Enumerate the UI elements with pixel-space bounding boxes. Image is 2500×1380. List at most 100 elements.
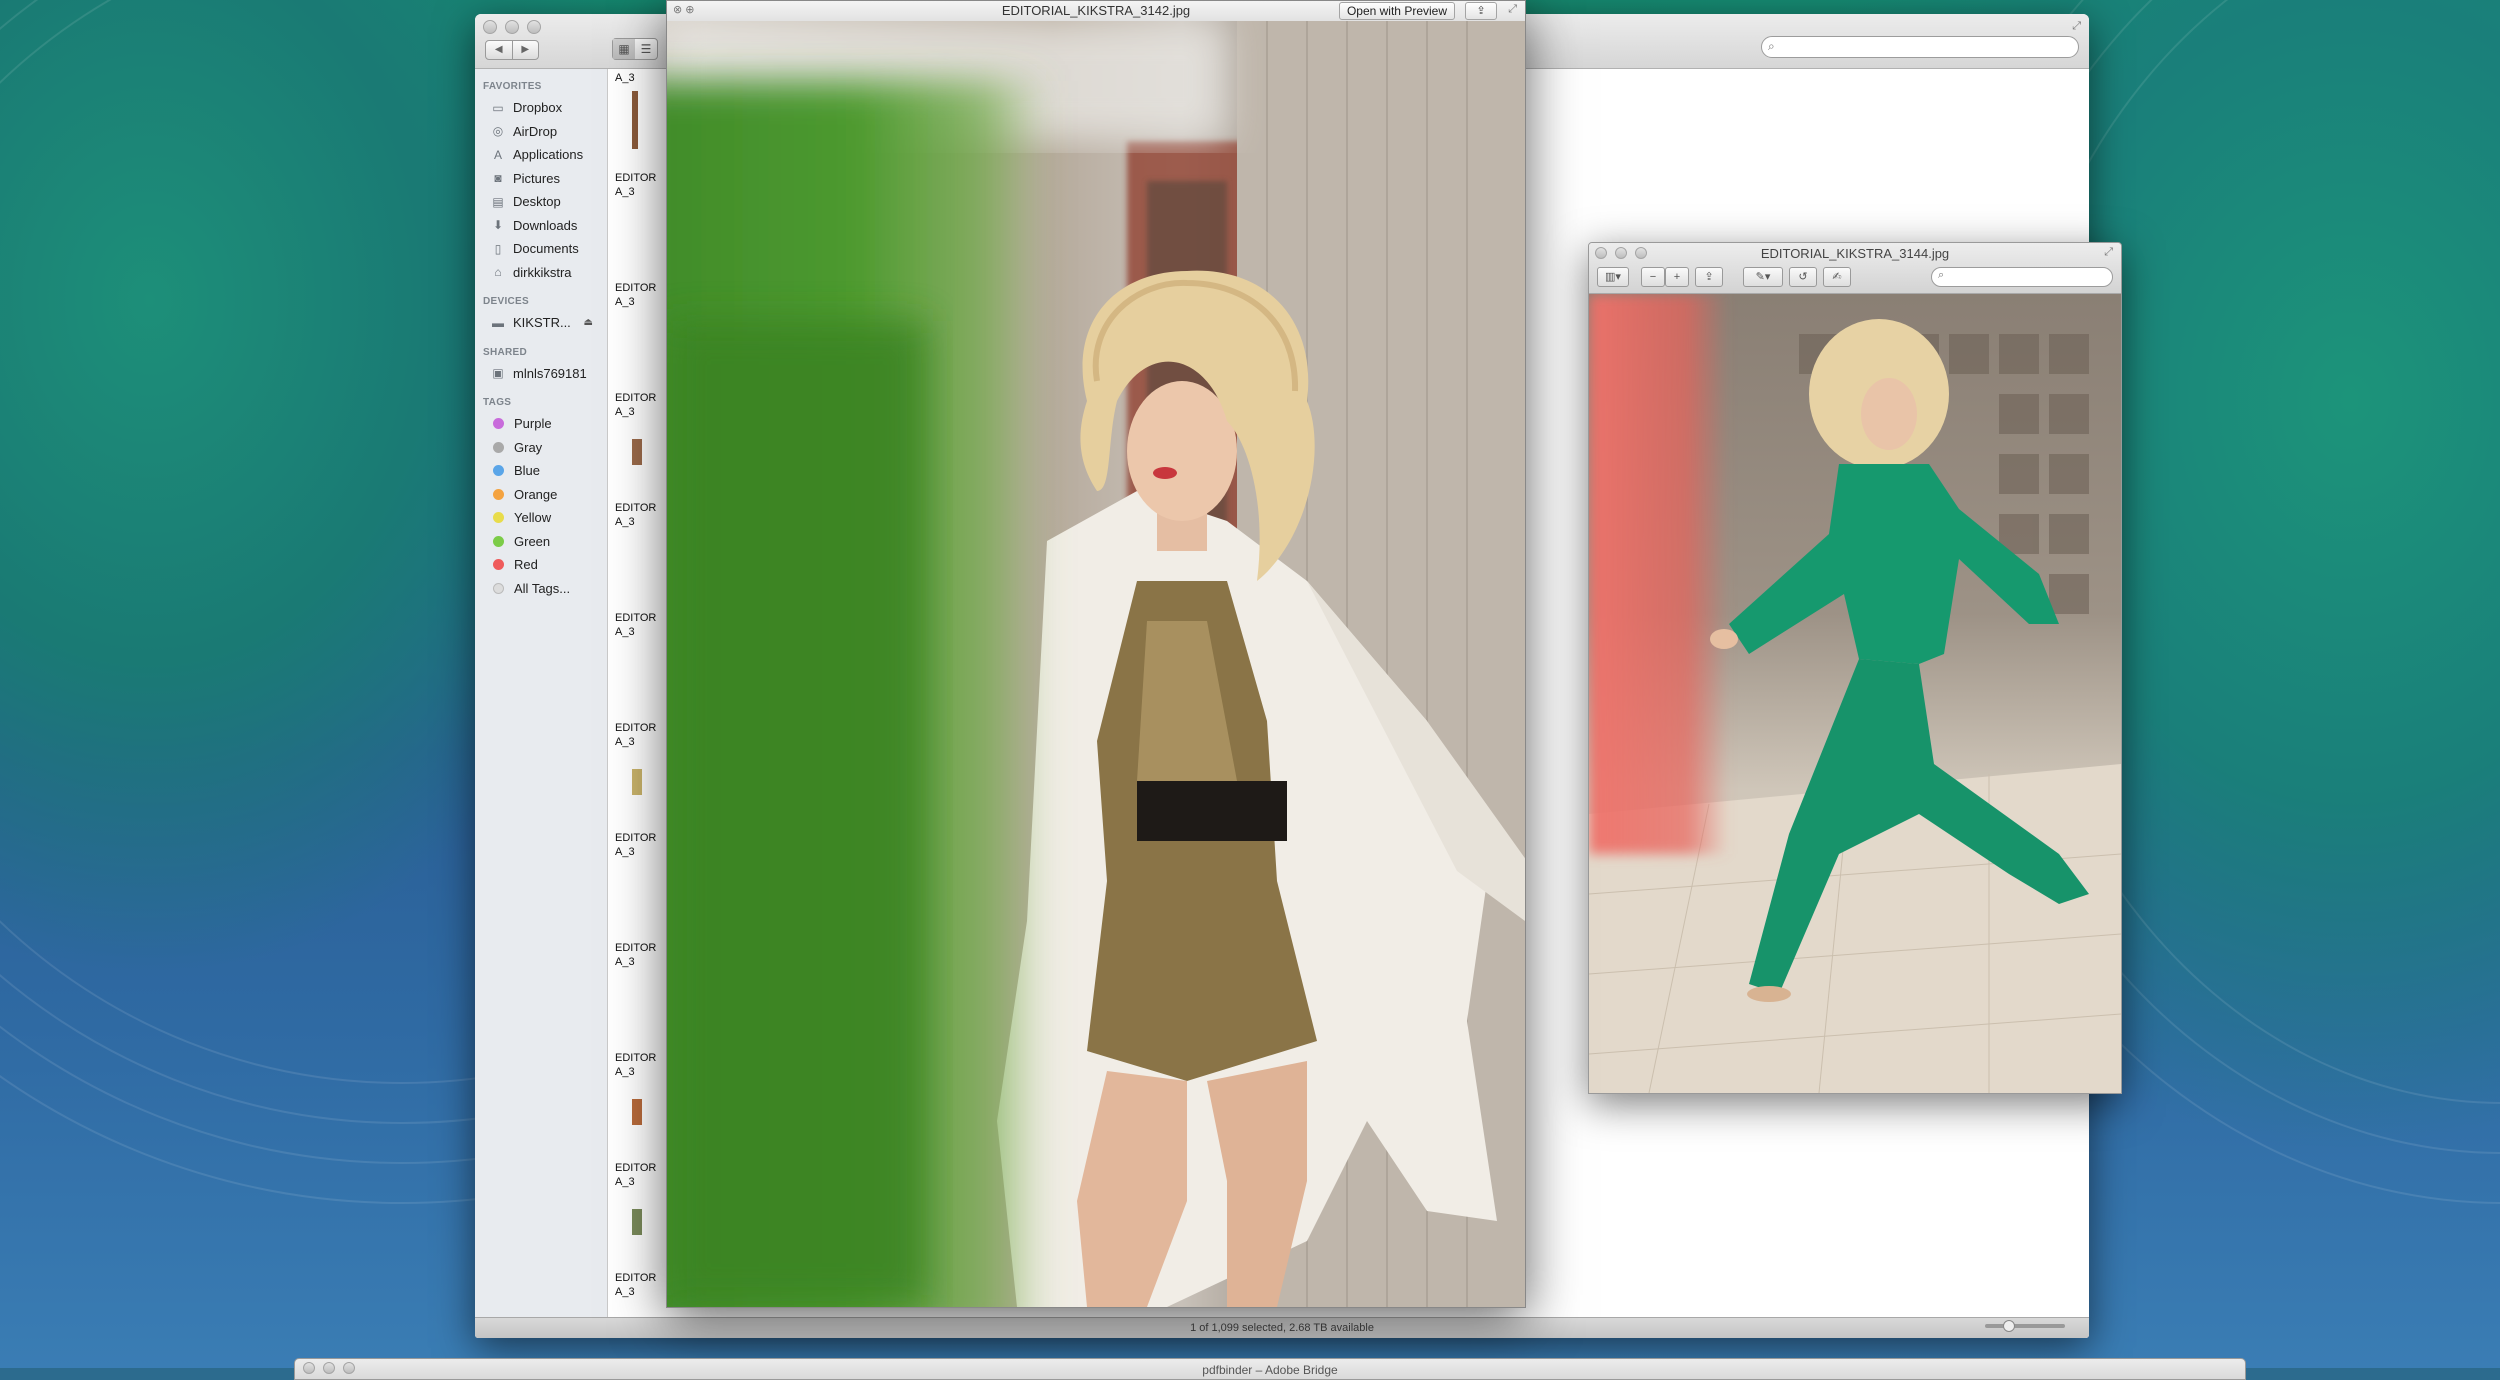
fullscreen-icon[interactable]: ⤢ bbox=[2072, 20, 2081, 33]
sidebar-item-dropbox[interactable]: ▭ Dropbox bbox=[475, 96, 607, 120]
quicklook-window[interactable]: ⊗ ⊕ EDITORIAL_KIKSTRA_3142.jpg Open with… bbox=[666, 0, 1526, 1308]
open-with-preview-button[interactable]: Open with Preview bbox=[1339, 2, 1455, 20]
tag-label: Green bbox=[514, 534, 550, 549]
favorites-heading: FAVORITES bbox=[483, 81, 607, 92]
sidebar-tag-red[interactable]: Red bbox=[475, 553, 607, 577]
tag-dot-icon bbox=[493, 512, 504, 523]
folder-icon: ▭ bbox=[491, 101, 505, 115]
tag-dot-icon bbox=[493, 442, 504, 453]
tag-label: Blue bbox=[514, 463, 540, 478]
sidebar-tag-orange[interactable]: Orange bbox=[475, 483, 607, 507]
status-bar: 1 of 1,099 selected, 2.68 TB available bbox=[475, 1317, 2089, 1338]
file-thumbnail bbox=[632, 769, 642, 795]
icon-view-icon[interactable]: ▦ bbox=[613, 39, 635, 59]
sidebar-item-label: dirkkikstra bbox=[513, 265, 572, 280]
sidebar-item-label: mlnls769181 bbox=[513, 366, 587, 381]
fullscreen-icon[interactable]: ⤢ bbox=[1508, 3, 1517, 16]
sidebar-item-home[interactable]: ⌂ dirkkikstra bbox=[475, 261, 607, 285]
sidebar-tag-purple[interactable]: Purple bbox=[475, 412, 607, 436]
zoom-button[interactable] bbox=[527, 20, 541, 34]
applications-icon: A bbox=[491, 148, 505, 162]
tag-dot-icon bbox=[493, 489, 504, 500]
finder-sidebar: FAVORITES ▭ Dropbox ◎AirDrop A Application… bbox=[475, 69, 608, 1318]
sidebar-item-label: Dropbox bbox=[513, 100, 562, 115]
file-thumbnail bbox=[632, 439, 642, 465]
close-button[interactable] bbox=[483, 20, 497, 34]
sidebar-item-device[interactable]: ▬ KIKSTR... ⏏ bbox=[475, 311, 607, 335]
tag-label: Gray bbox=[514, 440, 542, 455]
sidebar-all-tags[interactable]: All Tags... bbox=[475, 577, 607, 601]
airdrop-icon: ◎ bbox=[491, 124, 505, 138]
photo-woman-green-suit bbox=[1589, 294, 2121, 1093]
sidebar-tag-gray[interactable]: Gray bbox=[475, 436, 607, 460]
edit-toolbar-icon[interactable]: ✍ bbox=[1823, 267, 1851, 287]
sidebar-item-label: Downloads bbox=[513, 218, 577, 233]
sidebar-item-documents[interactable]: ▯ Documents bbox=[475, 237, 607, 261]
fullscreen-icon[interactable]: ⤢ bbox=[2104, 246, 2113, 259]
home-icon: ⌂ bbox=[491, 265, 505, 279]
zoom-out-icon[interactable]: − bbox=[1641, 267, 1665, 287]
sidebar-item-applications[interactable]: A Applications bbox=[475, 143, 607, 167]
search-input[interactable]: ⌕ bbox=[1761, 36, 2079, 58]
tag-label: Red bbox=[514, 557, 538, 572]
share-icon[interactable]: ⇪ bbox=[1695, 267, 1723, 287]
photo-woman-white-coat bbox=[667, 21, 1525, 1307]
markup-pen-icon[interactable]: ✎▾ bbox=[1743, 267, 1783, 287]
download-icon: ⬇ bbox=[491, 218, 505, 232]
eject-icon[interactable]: ⏏ bbox=[584, 317, 593, 328]
shared-heading: SHARED bbox=[483, 347, 607, 358]
sidebar-item-label: Documents bbox=[513, 241, 579, 256]
sidebar-tag-blue[interactable]: Blue bbox=[475, 459, 607, 483]
quicklook-titlebar[interactable]: ⊗ ⊕ EDITORIAL_KIKSTRA_3142.jpg Open with… bbox=[667, 1, 1525, 22]
search-input[interactable]: ⌕ bbox=[1931, 267, 2113, 287]
sidebar-item-shared[interactable]: ▣mlnls769181 bbox=[475, 362, 607, 386]
list-view-icon[interactable]: ☰ bbox=[635, 39, 657, 59]
sidebar-item-label: Desktop bbox=[513, 194, 561, 209]
disk-icon: ▬ bbox=[491, 316, 505, 330]
tag-label: Purple bbox=[514, 416, 552, 431]
tag-dot-icon bbox=[493, 418, 504, 429]
preview-window[interactable]: EDITORIAL_KIKSTRA_3144.jpg ⤢ ▥▾ − + ⇪ ✎▾… bbox=[1588, 242, 2122, 1094]
back-icon[interactable]: ◀ bbox=[486, 41, 513, 59]
share-icon[interactable]: ⇪ bbox=[1465, 2, 1497, 20]
sidebar-tag-yellow[interactable]: Yellow bbox=[475, 506, 607, 530]
sidebar-toggle-icon[interactable]: ▥▾ bbox=[1597, 267, 1629, 287]
rotate-icon[interactable]: ↺ bbox=[1789, 267, 1817, 287]
bridge-title: pdfbinder – Adobe Bridge bbox=[295, 1363, 2245, 1377]
sidebar-tag-green[interactable]: Green bbox=[475, 530, 607, 554]
zoom-in-icon[interactable]: + bbox=[1665, 267, 1689, 287]
status-text: 1 of 1,099 selected, 2.68 TB available bbox=[1190, 1322, 1374, 1334]
devices-heading: DEVICES bbox=[483, 296, 607, 307]
document-icon: ▯ bbox=[491, 242, 505, 256]
sidebar-item-desktop[interactable]: ▤ Desktop bbox=[475, 190, 607, 214]
slider-thumb[interactable] bbox=[2003, 1320, 2015, 1332]
desktop-icon: ▤ bbox=[491, 195, 505, 209]
sidebar-item-pictures[interactable]: ◙ Pictures bbox=[475, 167, 607, 191]
minimize-button[interactable] bbox=[505, 20, 519, 34]
tag-label: Orange bbox=[514, 487, 557, 502]
search-icon: ⌕ bbox=[1938, 269, 1944, 282]
tag-dot-icon bbox=[493, 536, 504, 547]
bridge-window[interactable]: pdfbinder – Adobe Bridge bbox=[294, 1358, 2246, 1380]
sidebar-item-label: Pictures bbox=[513, 171, 560, 186]
sidebar-item-label: KIKSTR... bbox=[513, 315, 571, 330]
tag-label: Yellow bbox=[514, 510, 551, 525]
forward-icon[interactable]: ▶ bbox=[513, 41, 539, 59]
sidebar-item-label: Applications bbox=[513, 147, 583, 162]
tags-heading: TAGS bbox=[483, 397, 607, 408]
tag-dot-icon bbox=[493, 465, 504, 476]
preview-toolbar[interactable]: EDITORIAL_KIKSTRA_3144.jpg ⤢ ▥▾ − + ⇪ ✎▾… bbox=[1589, 243, 2121, 294]
icon-size-slider[interactable] bbox=[1985, 1324, 2065, 1328]
tag-dot-icon bbox=[493, 583, 504, 594]
camera-icon: ◙ bbox=[491, 171, 505, 185]
view-mode-buttons[interactable]: ▦ ☰ bbox=[612, 38, 658, 60]
tag-dot-icon bbox=[493, 559, 504, 570]
file-thumbnail bbox=[632, 91, 638, 149]
preview-title: EDITORIAL_KIKSTRA_3144.jpg bbox=[1589, 246, 2121, 261]
sidebar-item-airdrop[interactable]: ◎AirDrop bbox=[475, 120, 607, 144]
quicklook-photo bbox=[667, 21, 1525, 1307]
file-thumbnail bbox=[632, 1099, 642, 1125]
preview-photo bbox=[1589, 294, 2121, 1093]
sidebar-item-downloads[interactable]: ⬇ Downloads bbox=[475, 214, 607, 238]
back-forward-buttons[interactable]: ◀ ▶ bbox=[485, 40, 539, 60]
